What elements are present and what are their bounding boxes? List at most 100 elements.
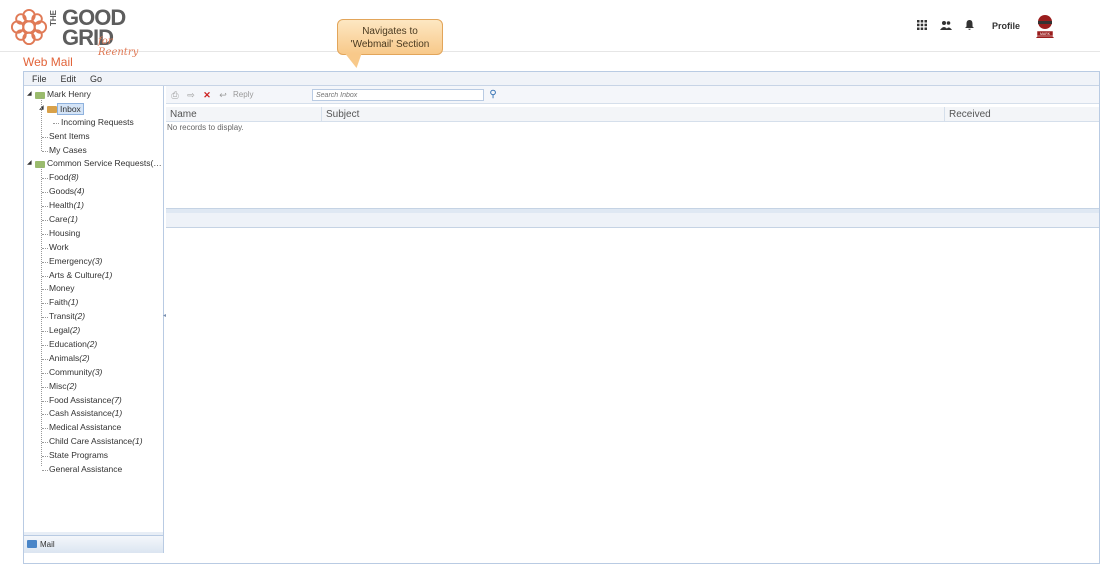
callout-line2: 'Webmail' Section <box>350 39 430 50</box>
tree-item-housing[interactable]: Housing <box>24 227 164 241</box>
category-count: (2) <box>69 325 81 336</box>
tree-guide-line <box>41 167 42 466</box>
category-count: (1) <box>132 436 143 447</box>
expander-icon[interactable]: ◢ <box>27 157 32 171</box>
category-label: Animals <box>49 352 80 363</box>
tree-item-food[interactable]: Food(8) <box>24 171 164 185</box>
avatar[interactable]: MARK <box>1034 14 1056 38</box>
tree-item-inbox[interactable]: ◢ Inbox <box>24 102 164 116</box>
category-label: Cash Assistance <box>49 408 112 419</box>
tree-item-faith[interactable]: Faith(1) <box>24 296 164 310</box>
tree-item-incoming-requests[interactable]: Incoming Requests <box>24 116 164 130</box>
delete-icon[interactable]: ✕ <box>201 89 213 101</box>
category-count: (1) <box>101 269 113 280</box>
category-label: Misc <box>49 380 67 391</box>
header-actions: Profile <box>916 14 1020 38</box>
tree-item-child-care-assistance[interactable]: Child Care Assistance(1) <box>24 435 164 449</box>
column-received[interactable]: Received <box>945 107 1099 121</box>
category-count: (3) <box>91 366 103 377</box>
callout-line1: Navigates to <box>362 26 418 37</box>
category-label: Work <box>49 241 69 252</box>
menu-edit[interactable]: Edit <box>61 72 77 85</box>
expander-icon[interactable]: ◢ <box>27 88 32 102</box>
category-label: General Assistance <box>49 464 123 475</box>
tree-inbox-label: Inbox <box>57 102 84 115</box>
bell-icon[interactable] <box>964 20 976 32</box>
category-count: (2) <box>79 352 90 363</box>
tree-item-my-cases[interactable]: My Cases <box>24 144 164 158</box>
category-label: Medical Assistance <box>49 422 122 433</box>
mail-icon <box>27 540 37 548</box>
profile-link[interactable]: Profile <box>992 21 1020 31</box>
message-grid: No records to display. <box>166 122 1099 208</box>
inbox-icon <box>47 105 57 113</box>
menu-go[interactable]: Go <box>90 72 102 85</box>
category-label: Health <box>49 200 74 211</box>
tree-common-label: Common Service Requests(… <box>47 158 162 169</box>
category-count: (1) <box>111 408 123 419</box>
tree-item-food-assistance[interactable]: Food Assistance(7) <box>24 394 164 408</box>
folder-tree: ◢ Mark Henry ◢ Inbox Incoming Requests Sent I… <box>24 88 164 477</box>
flower-logo-icon <box>10 8 48 46</box>
category-label: Money <box>49 283 75 294</box>
search-icon[interactable]: ⚲ <box>487 89 499 101</box>
tree-item-sent-items[interactable]: Sent Items <box>24 130 164 144</box>
category-label: Goods <box>49 186 75 197</box>
category-label: Legal <box>49 325 70 336</box>
category-count: (7) <box>111 394 122 405</box>
tree-item-animals[interactable]: Animals(2) <box>24 352 164 366</box>
mail-tab[interactable]: Mail <box>24 535 163 553</box>
tree-item-misc[interactable]: Misc(2) <box>24 380 164 394</box>
category-label: Faith <box>49 297 68 308</box>
search-inbox-input[interactable] <box>312 89 484 101</box>
category-label: Child Care Assistance <box>49 436 133 447</box>
move-icon[interactable]: ⇨ <box>185 89 197 101</box>
tutorial-callout: Navigates to 'Webmail' Section <box>337 19 443 55</box>
apps-icon[interactable] <box>916 20 928 32</box>
tree-item-health[interactable]: Health(1) <box>24 199 164 213</box>
tree-item-cash-assistance[interactable]: Cash Assistance(1) <box>24 407 164 421</box>
logo-the: THE <box>49 10 58 26</box>
preview-header <box>166 213 1099 228</box>
tree-item-arts-culture[interactable]: Arts & Culture(1) <box>24 269 164 283</box>
users-icon[interactable] <box>939 20 952 32</box>
tree-item-transit[interactable]: Transit(2) <box>24 310 164 324</box>
grid-header: Name Subject Received <box>166 107 1099 122</box>
tree-item-label: My Cases <box>49 144 87 155</box>
tree-item-emergency[interactable]: Emergency(3) <box>24 255 164 269</box>
tree-item-common-service-requests[interactable]: ◢ Common Service Requests(… <box>24 157 164 171</box>
reply-icon[interactable]: ↩ <box>217 89 229 101</box>
tree-item-state-programs[interactable]: State Programs <box>24 449 164 463</box>
tree-item-goods[interactable]: Goods(4) <box>24 185 164 199</box>
column-name[interactable]: Name <box>166 107 322 121</box>
tree-item-care[interactable]: Care(1) <box>24 213 164 227</box>
tree-item-money[interactable]: Money <box>24 282 164 296</box>
top-header: THE GOOD GRID for Reentry Navigates to '… <box>0 0 1100 58</box>
tree-item-legal[interactable]: Legal(2) <box>24 324 164 338</box>
tree-item-education[interactable]: Education(2) <box>24 338 164 352</box>
page-title: Web Mail <box>23 55 73 69</box>
column-subject[interactable]: Subject <box>322 107 945 121</box>
reply-button[interactable]: Reply <box>233 90 253 99</box>
category-label: Food <box>49 172 69 183</box>
avatar-text: MARK <box>1040 32 1051 36</box>
tree-item-medical-assistance[interactable]: Medical Assistance <box>24 421 164 435</box>
folder-icon <box>35 92 45 99</box>
category-label: Arts & Culture <box>49 269 102 280</box>
menu-file[interactable]: File <box>32 72 47 85</box>
print-icon[interactable]: ⎙ <box>169 89 181 101</box>
category-label: Care <box>49 214 68 225</box>
tree-item-community[interactable]: Community(3) <box>24 366 164 380</box>
tree-item-work[interactable]: Work <box>24 241 164 255</box>
good-grid-logo[interactable]: THE GOOD GRID for Reentry <box>10 6 140 58</box>
category-count: (1) <box>73 200 84 211</box>
menu-bar: File Edit Go <box>24 72 1099 86</box>
category-label: Education <box>49 339 87 350</box>
preview-pane <box>166 228 1099 558</box>
tree-item-mark-henry[interactable]: ◢ Mark Henry <box>24 88 164 102</box>
category-label: Emergency <box>49 255 92 266</box>
category-count: (2) <box>66 380 77 391</box>
category-count: (1) <box>67 214 78 225</box>
tree-item-general-assistance[interactable]: General Assistance <box>24 463 164 477</box>
category-count: (4) <box>74 186 85 197</box>
